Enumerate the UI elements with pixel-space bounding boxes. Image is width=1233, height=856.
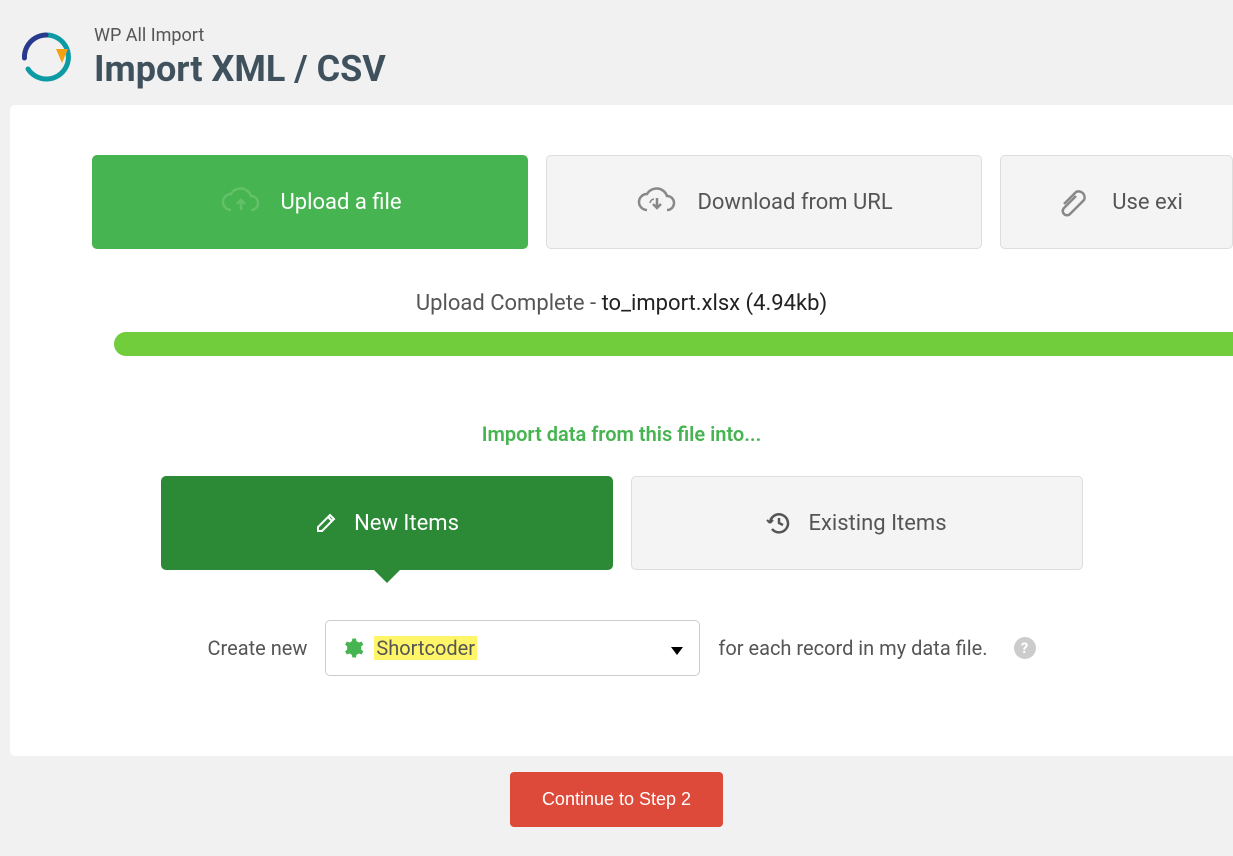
tab-download-url[interactable]: Download from URL xyxy=(546,155,982,249)
page-header: WP All Import Import XML / CSV xyxy=(0,0,1233,105)
select-value: Shortcoder xyxy=(374,636,477,660)
choice-existing-label: Existing Items xyxy=(808,511,946,536)
upload-status-prefix: Upload Complete - xyxy=(416,291,602,316)
app-logo xyxy=(18,29,74,85)
history-icon xyxy=(766,510,792,536)
choice-new-items[interactable]: New Items xyxy=(161,476,613,570)
create-label-after: for each record in my data file. xyxy=(718,636,987,660)
choice-tabs: New Items Existing Items xyxy=(10,476,1233,570)
choice-existing-items[interactable]: Existing Items xyxy=(631,476,1083,570)
cloud-download-icon xyxy=(635,186,679,218)
caret-down-icon xyxy=(671,636,683,660)
create-label-before: Create new xyxy=(207,636,307,660)
attachment-icon xyxy=(1050,186,1094,218)
tab-download-label: Download from URL xyxy=(697,190,892,215)
source-tabs: Upload a file Download from URL Use exi xyxy=(10,155,1233,249)
import-panel: Upload a file Download from URL Use exi … xyxy=(10,105,1233,756)
tab-upload-file[interactable]: Upload a file xyxy=(92,155,528,249)
tab-upload-label: Upload a file xyxy=(281,190,402,215)
continue-button[interactable]: Continue to Step 2 xyxy=(510,772,723,827)
tab-use-existing[interactable]: Use exi xyxy=(1000,155,1233,249)
progress-bar xyxy=(114,332,1233,356)
tab-existing-label: Use exi xyxy=(1112,190,1183,215)
pencil-icon xyxy=(314,511,338,535)
choice-new-label: New Items xyxy=(354,511,459,536)
cloud-upload-icon xyxy=(219,186,263,218)
upload-status: Upload Complete - to_import.xlsx (4.94kb… xyxy=(10,291,1233,316)
gear-icon xyxy=(342,637,364,659)
upload-filename: to_import.xlsx (4.94kb) xyxy=(602,291,828,316)
import-prompt: Import data from this file into... xyxy=(10,422,1233,446)
post-type-select[interactable]: Shortcoder xyxy=(325,620,700,676)
help-icon[interactable]: ? xyxy=(1014,637,1036,659)
create-row: Create new Shortcoder for each record in… xyxy=(10,620,1233,676)
page-title: Import XML / CSV xyxy=(94,48,386,90)
header-subtitle: WP All Import xyxy=(94,25,386,46)
